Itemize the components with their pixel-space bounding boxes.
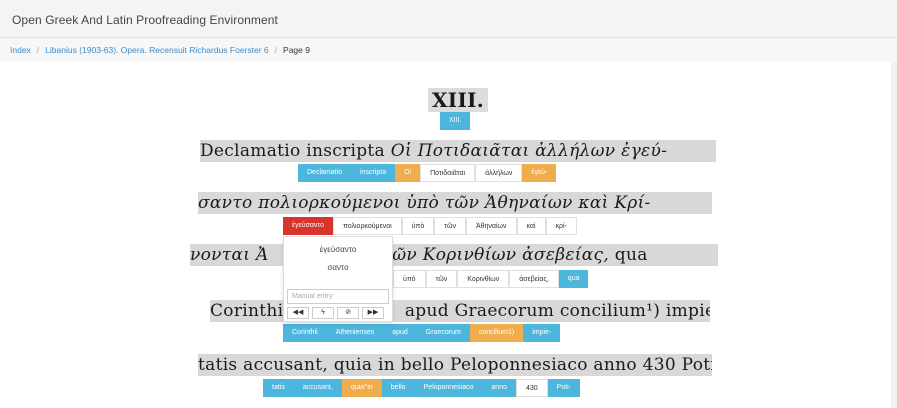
app-title[interactable]: Open Greek And Latin Proofreading Enviro… xyxy=(12,13,278,27)
top-navbar: Open Greek And Latin Proofreading Enviro… xyxy=(0,0,897,38)
word-token[interactable]: bello xyxy=(381,379,415,397)
word-token-selected[interactable]: ἐγεύσαντο xyxy=(283,217,333,235)
scan-text: Declamatio inscripta xyxy=(200,141,391,161)
scan-text: tatis accusant, quia in bello Peloponnes… xyxy=(198,355,712,375)
scan-line-image: Declamatio inscripta Οἱ Ποτιδαιᾶται ἀλλή… xyxy=(200,140,716,162)
word-token[interactable]: accusant, xyxy=(293,379,342,397)
scan-text: ὸ τῶν Κορινθίων ἀσεβείας, xyxy=(366,245,610,265)
word-token[interactable]: Ἀθηναίων xyxy=(465,217,517,235)
scan-line-image: νονται Ἀ ὸ τῶν Κορινθίων ἀσεβείας, qua xyxy=(190,244,718,266)
scan-line-image: XIII. xyxy=(428,88,488,112)
token-row: XIII. xyxy=(440,112,471,130)
word-token[interactable]: Graecorum xyxy=(416,324,470,342)
word-token[interactable]: ὑπὸ xyxy=(393,270,426,288)
word-token[interactable]: τῶν xyxy=(434,217,466,235)
word-token[interactable]: ἀλλήλων xyxy=(475,164,523,182)
scrollbar[interactable] xyxy=(891,62,897,408)
breadcrumb: Index / Libanius (1903-63). Opera. Recensu… xyxy=(0,38,897,62)
word-token[interactable]: apud xyxy=(383,324,417,342)
token-row: ὑπὸ τῶν Κορινθίων ἀσεβείας, qua xyxy=(393,270,589,288)
word-token[interactable]: Peloponnesiaco xyxy=(414,379,483,397)
scan-text: νονται Ἀ xyxy=(190,245,269,265)
word-token[interactable]: Poti- xyxy=(547,379,581,397)
word-token[interactable]: Ποτιδαιᾶται xyxy=(420,164,476,182)
word-token[interactable]: quia^in xyxy=(341,379,382,397)
ban-icon[interactable]: ⊘ xyxy=(337,307,359,319)
scan-text: apud Graecorum concilium¹) impie- xyxy=(404,301,710,321)
word-token[interactable]: ἀσεβείας, xyxy=(509,270,559,288)
word-token[interactable]: ὑπὸ xyxy=(401,217,435,235)
word-token[interactable]: Declamatio xyxy=(298,164,352,182)
word-token[interactable]: impie- xyxy=(523,324,561,342)
breadcrumb-separator: / xyxy=(274,45,278,55)
word-token[interactable]: Κορινθίων xyxy=(457,270,510,288)
word-token[interactable]: Oi xyxy=(395,164,421,182)
word-token[interactable]: τῶν xyxy=(425,270,458,288)
breadcrumb-index-link[interactable]: Index xyxy=(10,45,31,55)
token-row: tatis accusant, quia^in bello Peloponnes… xyxy=(263,379,581,397)
word-token[interactable]: concilium1) xyxy=(469,324,524,342)
word-token[interactable]: tatis xyxy=(263,379,294,397)
correction-popup: ἐγεύσαντο σαντο ◀◀ ϟ ⊘ ▶▶ xyxy=(283,236,393,322)
word-token[interactable]: 430 xyxy=(515,379,548,397)
breadcrumb-current-page: Page 9 xyxy=(283,45,310,55)
first-icon[interactable]: ◀◀ xyxy=(287,307,309,319)
word-token[interactable]: Athenienses xyxy=(326,324,384,342)
word-token[interactable]: XIII. xyxy=(440,112,471,130)
last-icon[interactable]: ▶▶ xyxy=(362,307,384,319)
token-row: Corinthii Athenienses apud Graecorum con… xyxy=(283,324,561,342)
scan-text: XIII. xyxy=(431,88,485,112)
breadcrumb-separator: / xyxy=(36,45,40,55)
word-token[interactable]: Corinthii xyxy=(283,324,327,342)
suggestion-item[interactable]: ἐγεύσαντο xyxy=(284,244,392,256)
token-row: Declamatio inscripta Oi Ποτιδαιᾶται ἀλλή… xyxy=(298,164,557,182)
suggestion-item[interactable]: σαντο xyxy=(284,262,392,274)
word-token[interactable]: ἐγεύ- xyxy=(522,164,557,182)
token-row: ἐγεύσαντο πολιορκούμενοι ὑπὸ τῶν Ἀθηναίω… xyxy=(283,217,577,235)
word-token[interactable]: κρί- xyxy=(545,217,577,235)
popup-button-group: ◀◀ ϟ ⊘ ▶▶ xyxy=(287,307,387,319)
scan-line-image: σαντο πολιορκούμενοι ὑπὸ τῶν Ἀθηναίων κα… xyxy=(198,192,712,214)
manual-entry-input[interactable] xyxy=(287,289,389,304)
word-token[interactable]: qua xyxy=(558,270,589,288)
scan-text: σαντο πολιορκούμενοι ὑπὸ τῶν Ἀθηναίων κα… xyxy=(198,193,651,213)
bolt-icon[interactable]: ϟ xyxy=(312,307,334,319)
scan-text: Οἱ Ποτιδαιᾶται ἀλλήλων ἐγεύ- xyxy=(390,141,668,161)
scan-text: Corinthii xyxy=(210,301,290,321)
breadcrumb-volume-link[interactable]: Libanius (1903-63). Opera. Recensuit Ric… xyxy=(45,45,268,55)
scan-text: qua xyxy=(609,245,648,265)
word-token[interactable]: inscripta xyxy=(351,164,396,182)
scan-line-image: tatis accusant, quia in bello Peloponnes… xyxy=(198,354,712,376)
word-token[interactable]: anno xyxy=(482,379,516,397)
word-token[interactable]: καὶ xyxy=(516,217,546,235)
word-token[interactable]: πολιορκούμενοι xyxy=(333,217,402,235)
